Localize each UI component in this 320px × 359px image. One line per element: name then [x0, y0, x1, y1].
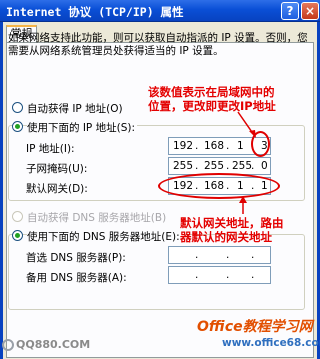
annotation-bottom-line-1: 默认网关地址，路由	[180, 216, 284, 230]
radio-manual-dns[interactable]	[12, 230, 23, 241]
radio-auto-ip-label: 自动获得 IP 地址(O)	[27, 103, 123, 115]
watermark-logo-icon	[2, 339, 14, 351]
title-bar: Internet 协议 (TCP/IP) 属性 ? ×	[0, 0, 320, 22]
annotation-top-line-1: 该数值表示在局域网中的	[148, 85, 275, 99]
watermark-site-title: Office教程学习网	[197, 319, 313, 335]
radio-auto-ip[interactable]	[12, 102, 23, 113]
watermark-logo-left: QQ880.COM	[2, 338, 90, 351]
annotation-bottom: 默认网关地址，路由 器默认的网关地址	[180, 216, 284, 244]
alternate-dns-label: 备用 DNS 服务器(A):	[26, 272, 127, 284]
alternate-dns-input[interactable]: . . .	[168, 266, 271, 284]
preferred-dns-label: 首选 DNS 服务器(P):	[26, 252, 126, 264]
radio-manual-ip-label: 使用下面的 IP 地址(S):	[27, 120, 137, 135]
annotation-circle-gateway	[158, 173, 280, 199]
annotation-circle-ip-octet	[251, 131, 270, 157]
radio-auto-dns[interactable]	[12, 211, 23, 222]
close-button[interactable]: ×	[301, 2, 319, 20]
annotation-top-line-2: 位置，更改即更改IP地址	[148, 99, 276, 113]
annotation-top: 该数值表示在局域网中的 位置，更改即更改IP地址	[148, 85, 276, 113]
ip-address-label: IP 地址(I):	[26, 143, 75, 155]
subnet-mask-label: 子网掩码(U):	[26, 163, 88, 175]
window-title: Internet 协议 (TCP/IP) 属性	[6, 5, 184, 19]
watermark-site-url: www.office68.com	[222, 337, 320, 349]
radio-manual-ip[interactable]	[12, 121, 23, 132]
help-button[interactable]: ?	[281, 2, 299, 20]
radio-auto-dns-label: 自动获得 DNS 服务器地址(B)	[27, 212, 167, 224]
description-text: 如果网络支持此功能，则可以获取自动指派的 IP 设置。否则，您需要从网络系统管理…	[8, 32, 308, 57]
preferred-dns-input[interactable]: . . .	[168, 246, 271, 264]
annotation-bottom-line-2: 器默认的网关地址	[180, 230, 272, 244]
radio-manual-dns-label: 使用下面的 DNS 服务器地址(E):	[27, 229, 182, 244]
default-gateway-label: 默认网关(D):	[26, 183, 88, 195]
